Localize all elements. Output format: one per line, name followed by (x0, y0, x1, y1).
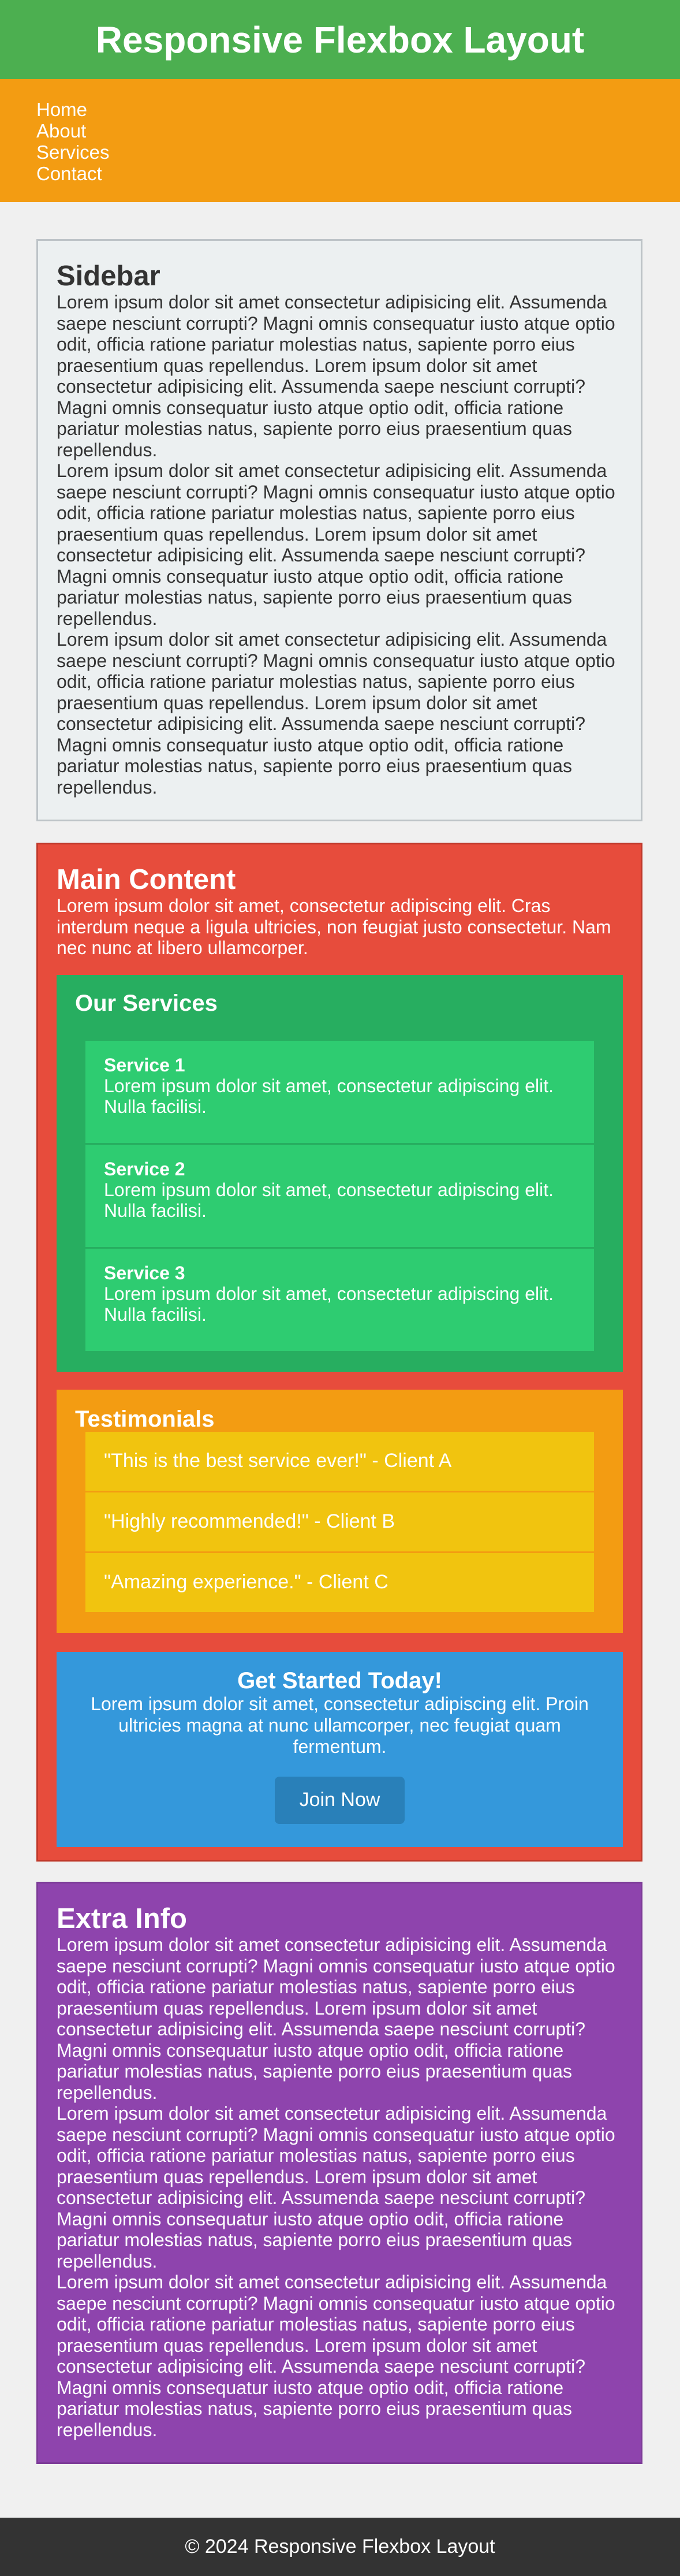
site-header: Responsive Flexbox Layout (0, 0, 680, 79)
service-card: Service 3 Lorem ipsum dolor sit amet, co… (85, 1248, 594, 1351)
cta-text: Lorem ipsum dolor sit amet, consectetur … (91, 1693, 589, 1757)
nav-link-contact[interactable]: Contact (36, 163, 644, 184)
services-section: Our Services Service 1 Lorem ipsum dolor… (57, 974, 623, 1372)
main-content: Main Content Lorem ipsum dolor sit amet,… (36, 843, 642, 1862)
service-description: Lorem ipsum dolor sit amet, consectetur … (104, 1179, 554, 1221)
extra-info: Extra Info Lorem ipsum dolor sit amet co… (36, 1882, 642, 2464)
join-now-button[interactable]: Join Now (275, 1776, 405, 1824)
service-title: Service 3 (104, 1262, 185, 1283)
extra-info-title: Extra Info (57, 1903, 187, 1934)
cta-title: Get Started Today! (237, 1667, 442, 1693)
extra-info-paragraph: Lorem ipsum dolor sit amet consectetur a… (57, 2103, 615, 2272)
services-title: Our Services (75, 990, 218, 1016)
sidebar: Sidebar Lorem ipsum dolor sit amet conse… (36, 239, 642, 821)
service-card: Service 1 Lorem ipsum dolor sit amet, co… (85, 1040, 594, 1143)
main-nav: Home About Services Contact (0, 79, 680, 202)
site-title: Responsive Flexbox Layout (95, 18, 585, 61)
extra-info-paragraph: Lorem ipsum dolor sit amet consectetur a… (57, 2272, 615, 2440)
testimonials-title: Testimonials (75, 1406, 215, 1432)
main-content-title: Main Content (57, 864, 236, 895)
sidebar-title: Sidebar (57, 260, 160, 292)
main-content-lead: Lorem ipsum dolor sit amet, consectetur … (57, 895, 611, 958)
call-to-action: Get Started Today! Lorem ipsum dolor sit… (57, 1651, 623, 1847)
sidebar-paragraph: Lorem ipsum dolor sit amet consectetur a… (57, 460, 615, 629)
page: Responsive Flexbox Layout Home About Ser… (0, 0, 680, 2576)
nav-link-home[interactable]: Home (36, 99, 644, 120)
service-description: Lorem ipsum dolor sit amet, consectetur … (104, 1283, 554, 1325)
sidebar-paragraph: Lorem ipsum dolor sit amet consectetur a… (57, 629, 615, 798)
nav-link-about[interactable]: About (36, 120, 644, 142)
service-description: Lorem ipsum dolor sit amet, consectetur … (104, 1075, 554, 1117)
extra-info-paragraph: Lorem ipsum dolor sit amet consectetur a… (57, 1934, 615, 2103)
testimonial-quote: "Highly recommended!" - Client B (85, 1492, 594, 1551)
service-card: Service 2 Lorem ipsum dolor sit amet, co… (85, 1144, 594, 1247)
site-footer: © 2024 Responsive Flexbox Layout (0, 2518, 680, 2576)
service-title: Service 2 (104, 1158, 185, 1179)
nav-link-services[interactable]: Services (36, 142, 644, 163)
footer-copyright: © 2024 Responsive Flexbox Layout (185, 2536, 495, 2558)
service-title: Service 1 (104, 1054, 185, 1075)
testimonial-quote: "Amazing experience." - Client C (85, 1553, 594, 1612)
testimonial-quote: "This is the best service ever!" - Clien… (85, 1431, 594, 1491)
sidebar-paragraph: Lorem ipsum dolor sit amet consectetur a… (57, 292, 615, 460)
testimonials-section: Testimonials "This is the best service e… (57, 1389, 623, 1633)
